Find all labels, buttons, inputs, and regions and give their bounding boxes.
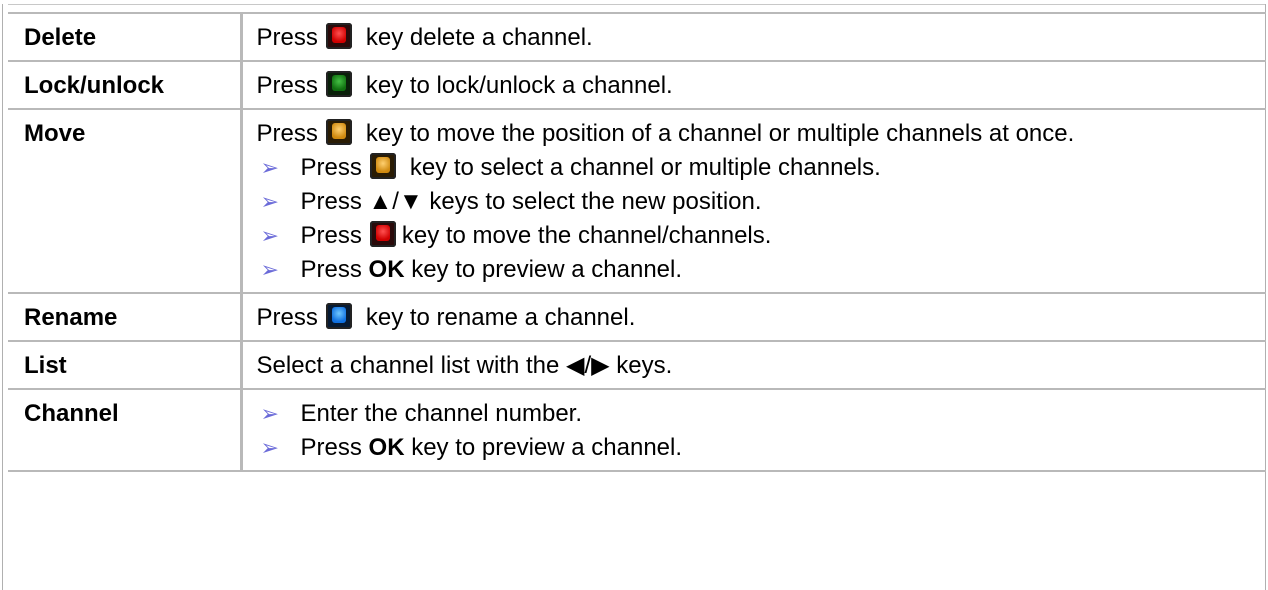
list-item: ➢ Press key to move the channel/channels. [257, 219, 1257, 253]
row-desc-channel: ➢ Enter the channel number. ➢ Press OK k… [241, 388, 1266, 472]
row-desc-lock: Press key to lock/unlock a channel. [241, 60, 1266, 110]
step-post: key to preview a channel. [411, 256, 683, 283]
row-label-move: Move [8, 108, 243, 294]
row-desc-delete: Press key delete a channel. [241, 12, 1266, 62]
desc-pre: Press [256, 304, 318, 331]
row-label-lock: Lock/unlock [8, 60, 243, 110]
row-label-rename: Rename [8, 292, 243, 342]
green-key-icon [325, 71, 352, 97]
row-desc-list: Select a channel list with the ◀/▶ keys. [241, 340, 1266, 390]
step-post: key to select a channel or multiple chan… [409, 154, 881, 181]
key-function-table: Delete Press key delete a channel. Lock/u… [8, 12, 1266, 472]
row-label-delete: Delete [8, 12, 243, 62]
arrow-bullet-icon: ➢ [260, 257, 279, 282]
move-steps-list: ➢ Press key to select a channel or multip… [257, 151, 1257, 287]
row-desc-move: Press key to move the position of a chann… [241, 108, 1266, 294]
desc-post: key delete a channel. [365, 24, 593, 51]
desc-post: key to lock/unlock a channel. [365, 72, 673, 99]
row-desc-rename: Press key to rename a channel. [241, 292, 1266, 342]
table-row-channel: Channel ➢ Enter the channel number. ➢ Pr… [8, 388, 1266, 472]
list-item: ➢ Press OK key to preview a channel. [257, 431, 1257, 465]
step-pre: Press [300, 154, 362, 181]
yellow-key-icon [369, 153, 396, 179]
desc-pre: Press [256, 72, 318, 99]
list-item: ➢ Enter the channel number. [257, 397, 1257, 431]
row-label-list: List [8, 340, 243, 390]
yellow-key-icon [325, 119, 352, 145]
list-item: ➢ Press ▲/▼ keys to select the new posit… [257, 185, 1257, 219]
step-pre: Press [300, 222, 362, 249]
desc-post: key to rename a channel. [365, 304, 636, 331]
arrow-bullet-icon: ➢ [260, 401, 279, 426]
desc-pre: Press [256, 120, 318, 147]
top-rule [8, 4, 1266, 5]
list-item: ➢ Press OK key to preview a channel. [257, 253, 1257, 287]
blue-key-icon [325, 303, 352, 329]
ok-key-label: OK [368, 434, 405, 461]
table-row-list: List Select a channel list with the ◀/▶ … [8, 340, 1266, 390]
table-row-lock: Lock/unlock Press key to lock/unlock a ch… [8, 60, 1266, 110]
red-key-icon [369, 221, 396, 247]
ok-key-label: OK [368, 256, 405, 283]
table-row-delete: Delete Press key delete a channel. [8, 12, 1266, 62]
desc-post: key to move the position of a channel or… [365, 120, 1075, 147]
desc-pre: Press [256, 24, 318, 51]
arrow-bullet-icon: ➢ [260, 223, 279, 248]
step-pre: Press [300, 256, 362, 283]
arrow-bullet-icon: ➢ [260, 189, 279, 214]
left-rule [2, 4, 3, 590]
step-text: Enter the channel number. [300, 400, 583, 427]
arrow-bullet-icon: ➢ [260, 155, 279, 180]
list-item: ➢ Press key to select a channel or multip… [257, 151, 1257, 185]
arrow-bullet-icon: ➢ [260, 435, 279, 460]
step-text: Press ▲/▼ keys to select the new positio… [300, 188, 762, 215]
table-row-rename: Rename Press key to rename a channel. [8, 292, 1266, 342]
channel-steps-list: ➢ Enter the channel number. ➢ Press OK k… [257, 397, 1257, 465]
move-description: Press key to move the position of a chann… [257, 117, 1257, 151]
step-post: key to preview a channel. [411, 434, 683, 461]
row-label-channel: Channel [8, 388, 243, 472]
table-row-move: Move Press key to move the position of a … [8, 108, 1266, 294]
step-pre: Press [300, 434, 362, 461]
red-key-icon [325, 23, 352, 49]
step-post: key to move the channel/channels. [401, 222, 772, 249]
